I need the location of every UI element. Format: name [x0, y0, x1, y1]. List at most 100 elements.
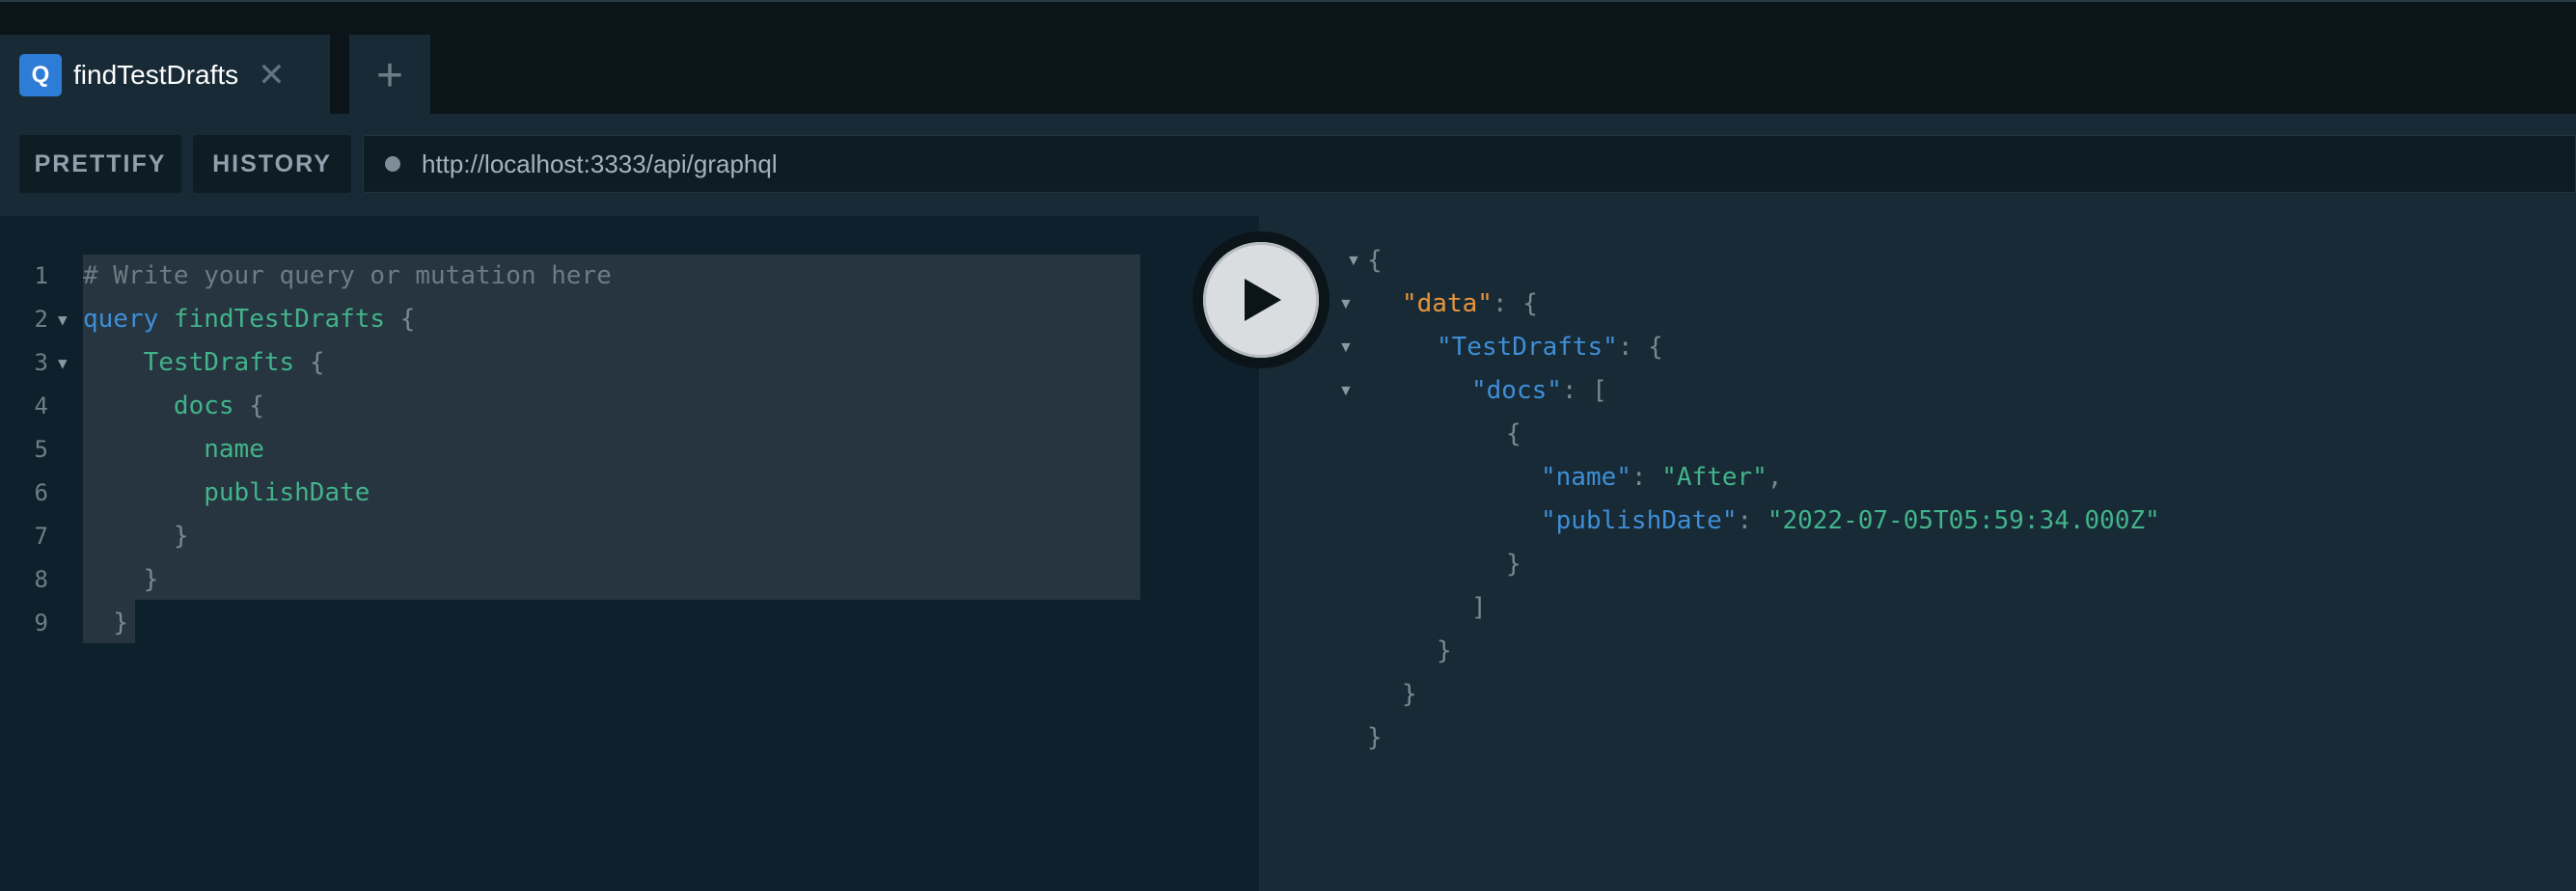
code-token: }	[143, 565, 159, 594]
line-number: 5	[34, 436, 48, 463]
query-editor[interactable]: 1 # Write your query or mutation here 2 ▼ qu…	[0, 216, 1259, 891]
code-line: 3 ▼ TestDrafts {	[0, 341, 1158, 385]
result-token: :	[1561, 376, 1593, 405]
code-line: 9 }	[0, 602, 1158, 645]
code-token: {	[249, 392, 264, 420]
result-token: {	[1367, 246, 1383, 275]
code-line: 2 ▼ query findTestDrafts {	[0, 298, 1158, 341]
fold-arrow-icon[interactable]: ▼	[1338, 283, 1354, 326]
result-line: "data": {	[1402, 283, 1538, 326]
tab-find-test-drafts[interactable]: Q findTestDrafts ✕	[0, 35, 330, 116]
code-token: docs	[173, 392, 234, 420]
result-viewer: ▼{▼ "data": {▼ "TestDrafts": {▼ "docs": [{"…	[1259, 216, 2576, 891]
code-token: findTestDrafts	[173, 305, 386, 334]
code-text: }	[83, 602, 128, 645]
fold-arrow-icon[interactable]: ▼	[58, 298, 68, 341]
tab-bar: Q findTestDrafts ✕ +	[0, 0, 2576, 116]
result-token: [	[1592, 376, 1607, 405]
endpoint-url-bar	[363, 135, 2576, 193]
query-badge-icon: Q	[19, 54, 62, 96]
result-line: }	[1367, 716, 1383, 760]
result-token: "docs"	[1471, 376, 1562, 405]
code-line: 4 docs {	[0, 385, 1158, 428]
plus-icon[interactable]: +	[349, 35, 430, 116]
result-token: "TestDrafts"	[1437, 333, 1618, 362]
tab-title: findTestDrafts	[73, 60, 239, 90]
status-dot-icon	[385, 156, 400, 172]
endpoint-url-input[interactable]	[422, 148, 2158, 179]
result-line: }	[1506, 543, 1521, 586]
graphql-playground: Q findTestDrafts ✕ + PRETTIFY HISTORY 1 #…	[0, 0, 2576, 891]
code-text: }	[83, 515, 189, 558]
line-number: 3	[34, 349, 48, 376]
code-token: publishDate	[204, 478, 370, 507]
result-line: "name": "After",	[1541, 456, 1782, 500]
close-icon[interactable]: ✕	[258, 59, 286, 92]
fold-arrow-icon[interactable]: ▼	[58, 341, 68, 385]
line-number: 9	[34, 609, 48, 636]
result-token: :	[1737, 506, 1768, 535]
result-line: }	[1437, 630, 1452, 673]
line-number: 7	[34, 523, 48, 550]
fold-arrow-icon[interactable]: ▼	[1338, 326, 1354, 369]
fold-arrow-icon[interactable]: ▼	[1346, 239, 1361, 283]
result-token: :	[1492, 289, 1523, 318]
result-token: {	[1648, 333, 1663, 362]
code-token: # Write your query or mutation here	[83, 261, 612, 290]
result-token: }	[1402, 680, 1417, 709]
line-number: 6	[34, 479, 48, 506]
line-number: 4	[34, 392, 48, 419]
result-line: {	[1367, 239, 1383, 283]
result-token: "publishDate"	[1541, 506, 1738, 535]
code-text: name	[83, 428, 264, 472]
code-line: 1 # Write your query or mutation here	[0, 255, 1158, 298]
run-button-ring	[1192, 231, 1329, 368]
code-text: publishDate	[83, 472, 370, 515]
play-icon	[1245, 279, 1281, 321]
code-line: 7 }	[0, 515, 1158, 558]
line-number: 2	[34, 306, 48, 333]
result-token: :	[1631, 463, 1662, 492]
code-token: name	[204, 435, 264, 464]
code-token: query	[83, 305, 159, 334]
run-query-button[interactable]	[1203, 242, 1319, 358]
code-token: {	[309, 348, 325, 377]
result-line: ]	[1471, 586, 1487, 630]
result-token: "name"	[1541, 463, 1631, 492]
fold-arrow-icon[interactable]: ▼	[1338, 369, 1354, 413]
toolbar: PRETTIFY HISTORY	[0, 114, 2576, 216]
result-token: {	[1522, 289, 1538, 318]
result-token: ,	[1767, 463, 1783, 492]
code-token: TestDrafts	[143, 348, 295, 377]
result-token: "After"	[1661, 463, 1768, 492]
result-token: :	[1617, 333, 1649, 362]
result-line: {	[1506, 413, 1521, 456]
code-token: {	[399, 305, 416, 334]
result-token: "data"	[1402, 289, 1493, 318]
code-text: }	[83, 558, 159, 602]
code-text: docs {	[83, 385, 264, 428]
line-number: 8	[34, 566, 48, 593]
code-token: }	[113, 608, 128, 637]
result-token: ]	[1471, 593, 1487, 622]
code-line: 5 name	[0, 428, 1158, 472]
result-token: {	[1506, 419, 1521, 448]
line-number: 1	[34, 262, 48, 289]
result-token: }	[1437, 636, 1452, 665]
history-button[interactable]: HISTORY	[193, 135, 351, 193]
result-line: "TestDrafts": {	[1437, 326, 1663, 369]
prettify-button[interactable]: PRETTIFY	[19, 135, 181, 193]
code-text: query findTestDrafts {	[83, 298, 415, 341]
result-token: "2022-07-05T05:59:34.000Z"	[1767, 506, 2160, 535]
code-text: # Write your query or mutation here	[83, 255, 612, 298]
result-line: }	[1402, 673, 1417, 716]
code-text: TestDrafts {	[83, 341, 325, 385]
